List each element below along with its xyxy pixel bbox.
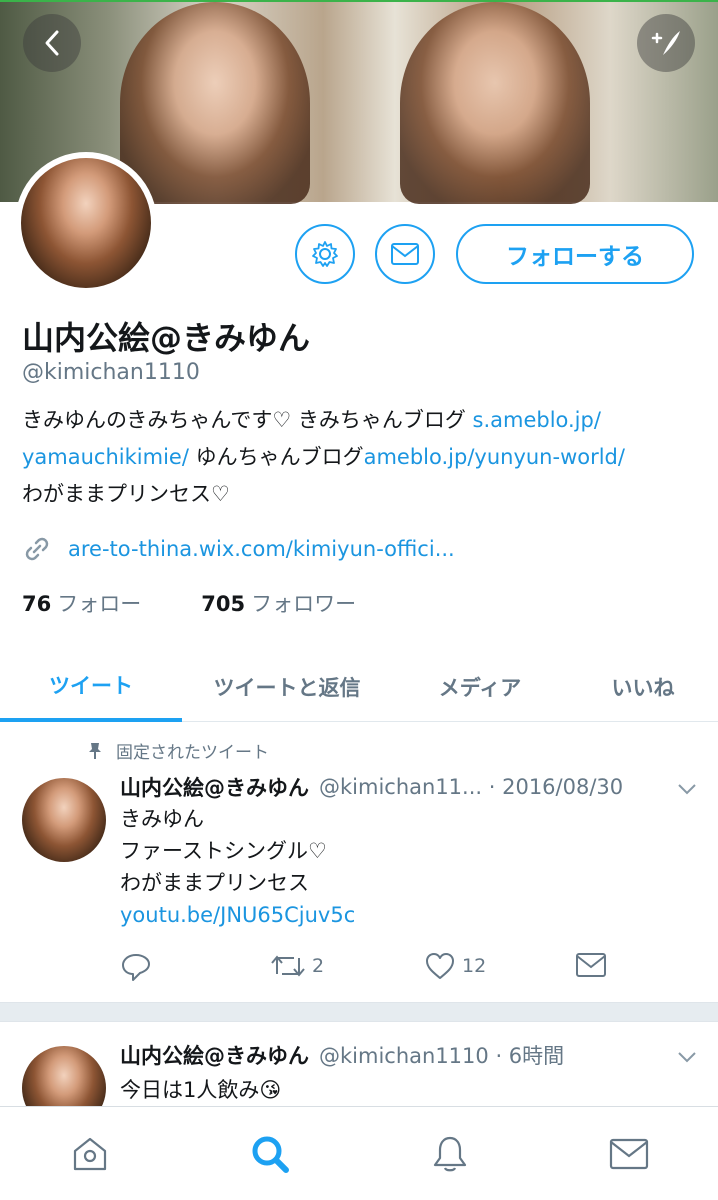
tab-tweets[interactable]: ツイート — [0, 652, 182, 722]
tab-likes[interactable]: いいね — [568, 652, 718, 722]
tweet-body: きみゆん ファーストシングル♡ わがままプリンセス youtu.be/JNU65… — [120, 803, 355, 931]
profile-avatar[interactable] — [15, 152, 157, 294]
mail-icon — [576, 953, 606, 977]
profile-page: フォローする 山内公絵@きみゆん @kimichan1110 きみゆんのきみちゃ… — [0, 0, 718, 1200]
tweet-line: きみゆん — [120, 807, 204, 831]
bio-link-blog2[interactable]: ameblo.jp/yunyun-world/ — [364, 445, 625, 469]
retweet-button[interactable]: 2 — [270, 952, 324, 980]
bio-text-3: わがままプリンセス♡ — [22, 482, 230, 506]
reply-icon — [122, 954, 150, 981]
nav-search[interactable] — [247, 1131, 293, 1177]
pin-icon — [89, 742, 101, 759]
link-icon — [25, 537, 49, 561]
following-count: 76 — [22, 592, 52, 616]
home-icon — [73, 1137, 107, 1171]
tweet-author-name[interactable]: 山内公絵@きみゆん — [120, 772, 309, 802]
mail-icon — [391, 243, 419, 265]
tweet-handle-time: @kimichan1110 · 6時間 — [319, 1044, 565, 1068]
banner-person-right — [400, 2, 590, 204]
profile-tabs: ツイート ツイートと返信 メディア いいね — [0, 652, 718, 722]
profile-handle: @kimichan1110 — [22, 360, 200, 385]
tweet-handle-time: @kimichan11... · 2016/08/30 — [319, 775, 624, 799]
profile-name: 山内公絵@きみゆん — [22, 319, 311, 357]
tweet-avatar[interactable] — [22, 778, 106, 862]
following-stat[interactable]: 76 フォロー — [22, 588, 141, 618]
nav-notifications[interactable] — [427, 1131, 473, 1177]
website-link[interactable]: are-to-thina.wix.com/kimiyun-offici... — [68, 537, 455, 561]
nav-home[interactable] — [67, 1131, 113, 1177]
profile-website[interactable]: are-to-thina.wix.com/kimiyun-offici... — [22, 534, 455, 564]
following-label: フォロー — [57, 592, 142, 616]
chevron-down-icon[interactable] — [676, 778, 698, 800]
gear-icon — [312, 241, 338, 267]
compose-button[interactable] — [637, 14, 695, 72]
search-icon — [252, 1136, 289, 1173]
like-button[interactable]: 12 — [424, 952, 486, 980]
direct-message-button[interactable] — [575, 952, 613, 978]
bell-icon — [433, 1136, 467, 1172]
tweet-header: 山内公絵@きみゆん @kimichan11... · 2016/08/30 — [120, 772, 623, 802]
bio-text-2: ゆんちゃんブログ — [188, 445, 364, 469]
nav-messages[interactable] — [606, 1131, 652, 1177]
profile-bio: きみゆんのきみちゃんです♡ きみちゃんブログ s.ameblo.jp/ yama… — [22, 402, 702, 513]
tweet-author-name[interactable]: 山内公絵@きみゆん — [120, 1040, 309, 1070]
heart-icon — [426, 953, 454, 979]
retweet-count: 2 — [312, 955, 325, 977]
bottom-tab-bar — [0, 1106, 718, 1200]
mail-icon — [609, 1138, 649, 1170]
compose-icon — [651, 31, 680, 55]
banner-person-left — [120, 2, 310, 204]
tweet-link[interactable]: youtu.be/JNU65Cjuv5c — [120, 899, 355, 931]
back-arrow-icon — [45, 30, 59, 56]
bio-text: きみゆんのきみちゃんです♡ きみちゃんブログ — [22, 408, 473, 432]
followers-stat[interactable]: 705 フォロワー — [201, 588, 356, 618]
bio-link-blog1-cont[interactable]: yamauchikimie/ — [22, 445, 189, 469]
tweet-line: わがままプリンセス — [120, 871, 309, 895]
tab-media[interactable]: メディア — [392, 652, 568, 722]
chevron-down-icon[interactable] — [676, 1046, 698, 1068]
pinned-text: 固定されたツイート — [116, 743, 269, 763]
reply-button[interactable] — [120, 952, 158, 982]
back-button[interactable] — [23, 14, 81, 72]
like-count: 12 — [462, 955, 487, 977]
followers-count: 705 — [201, 592, 246, 616]
follow-button[interactable]: フォローする — [456, 224, 694, 284]
message-button[interactable] — [375, 224, 435, 284]
tweet-actions: 2 12 — [120, 952, 620, 986]
follow-stats: 76 フォロー 705 フォロワー — [22, 588, 356, 618]
tab-tweets-and-replies[interactable]: ツイートと返信 — [182, 652, 392, 722]
retweet-icon — [271, 955, 305, 977]
tweet-body: 今日は1人飲み😘 — [120, 1074, 281, 1106]
tweet-line: ファーストシングル♡ — [120, 839, 327, 863]
tweet-header: 山内公絵@きみゆん @kimichan1110 · 6時間 — [120, 1040, 564, 1070]
tweet-line: 今日は1人飲み😘 — [120, 1078, 282, 1102]
bio-link-blog1[interactable]: s.ameblo.jp/ — [473, 408, 601, 432]
pinned-tweet-label: 固定されたツイート — [88, 738, 269, 763]
settings-button[interactable] — [295, 224, 355, 284]
tweet-divider — [0, 1002, 718, 1022]
followers-label: フォロワー — [251, 592, 357, 616]
